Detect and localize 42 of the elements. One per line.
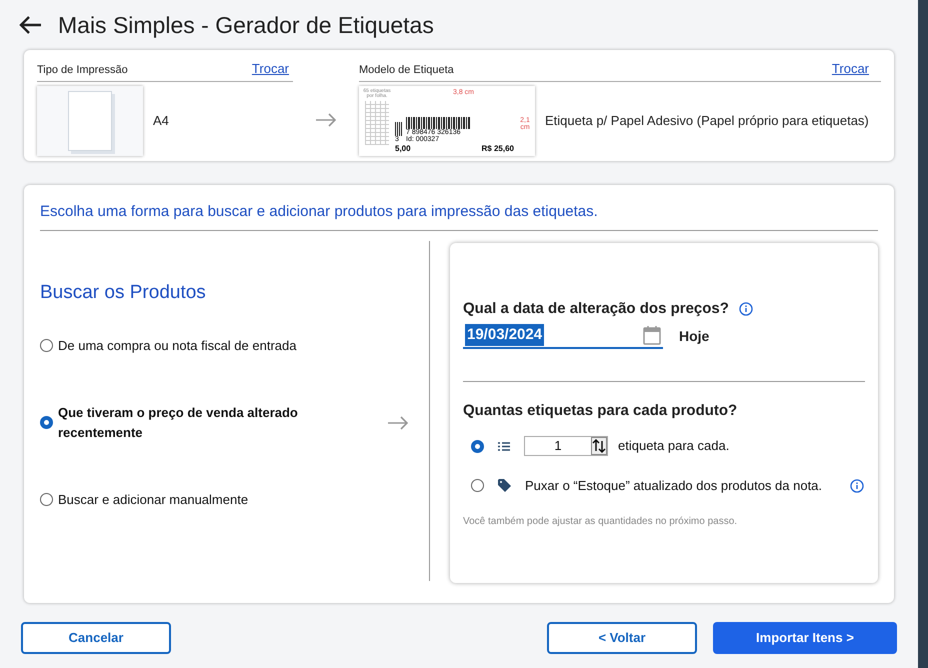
info-icon[interactable] xyxy=(850,478,864,493)
today-label[interactable]: Hoje xyxy=(679,326,710,346)
section-label: Modelo de Etiqueta xyxy=(359,63,454,78)
option-label[interactable]: Que tiveram o preço de venda alterado recentemente xyxy=(58,403,382,442)
window-title: Mais Simples - Gerador de Etiquetas xyxy=(58,10,434,40)
cancel-button[interactable]: Cancelar xyxy=(21,622,171,654)
info-icon[interactable] xyxy=(738,302,753,316)
import-button[interactable]: Importar Itens > xyxy=(713,622,897,654)
list-icon xyxy=(498,442,510,450)
radio-button[interactable] xyxy=(471,479,484,492)
sheet-grid-icon xyxy=(365,100,389,144)
change-link[interactable]: Trocar xyxy=(832,59,869,78)
radio-button[interactable] xyxy=(40,416,53,429)
quantity-question: Quantas etiquetas para cada produto? xyxy=(463,400,738,420)
label-price: 5,00 xyxy=(395,144,411,152)
label-price: R$ 25,60 xyxy=(482,144,514,152)
label-model-value: Etiqueta p/ Papel Adesivo (Papel próprio para etiquetas) xyxy=(545,112,869,130)
section-label: Tipo de Impressão xyxy=(37,63,128,78)
date-field[interactable]: 19/03/2024 xyxy=(463,324,663,348)
option-label[interactable]: Buscar e adicionar manualmente xyxy=(58,490,409,510)
quantity-field[interactable]: 1 xyxy=(524,436,608,456)
instructions-text: Escolha uma forma para buscar e adicionar produtos para impressão das etiquetas. xyxy=(40,203,598,220)
back-button[interactable]: < Voltar xyxy=(547,622,697,654)
radio-button[interactable] xyxy=(40,493,53,506)
option-label[interactable]: De uma compra ou nota fiscal de entrada xyxy=(58,336,409,355)
section-title: Buscar os Produtos xyxy=(40,281,207,305)
change-link[interactable]: Trocar xyxy=(252,59,289,78)
barcode-icon xyxy=(406,116,470,128)
arrow-right-icon xyxy=(315,113,337,127)
print-type-value: A4 xyxy=(153,112,169,130)
radio-button[interactable] xyxy=(40,338,53,352)
tag-icon xyxy=(498,479,511,492)
hint-text: Você também pode ajustar as quantidades no próximo passo. xyxy=(463,514,738,528)
stock-option-label[interactable]: Puxar o “Estoque” atualizado dos produtos da nota. xyxy=(525,476,822,496)
barcode-icon xyxy=(395,122,403,136)
stepper-icon[interactable] xyxy=(591,437,607,455)
quantity-suffix: etiqueta para cada. xyxy=(618,437,730,456)
arrow-right-icon xyxy=(387,416,409,430)
radio-button[interactable] xyxy=(471,440,484,452)
date-question: Qual a data de alteração dos preços? xyxy=(463,299,729,319)
calendar-icon[interactable] xyxy=(643,325,661,345)
back-arrow-icon[interactable] xyxy=(18,15,42,35)
